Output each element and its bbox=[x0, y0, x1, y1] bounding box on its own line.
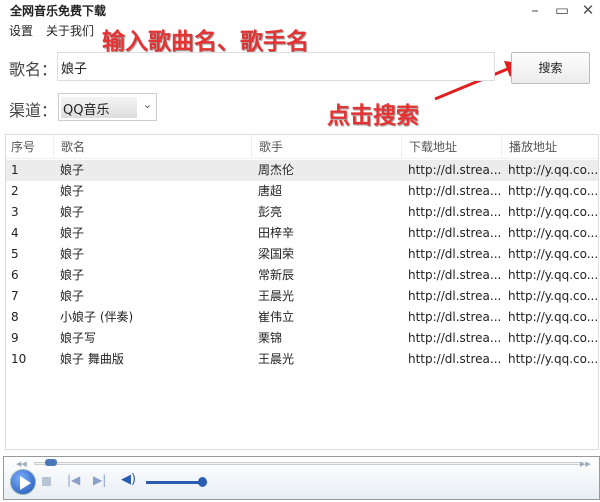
row-play-url: http://y.qq.co... bbox=[508, 310, 599, 324]
next-icon[interactable]: ▶| bbox=[93, 473, 106, 487]
table-row[interactable]: 2 娘子 唐超 http://dl.strea... http://y.qq.co... bbox=[6, 181, 598, 202]
row-download-url: http://dl.strea... bbox=[408, 247, 502, 261]
seek-bar[interactable] bbox=[34, 462, 582, 465]
row-download-url: http://dl.strea... bbox=[408, 331, 502, 345]
row-download-url: http://dl.strea... bbox=[408, 310, 502, 324]
table-row[interactable]: 8 小娘子 (伴奏) 崔伟立 http://dl.strea... http://y.q… bbox=[6, 307, 598, 328]
play-button[interactable] bbox=[10, 469, 36, 495]
row-play-url: http://y.qq.co... bbox=[508, 331, 599, 345]
row-download-url: http://dl.strea... bbox=[408, 205, 502, 219]
row-song: 娘子 bbox=[60, 226, 85, 240]
stop-icon[interactable] bbox=[42, 477, 51, 486]
row-play-url: http://y.qq.co... bbox=[508, 352, 599, 366]
previous-icon[interactable]: |◀ bbox=[67, 473, 80, 487]
row-song: 娘子 bbox=[60, 205, 85, 219]
song-input[interactable]: 娘子 bbox=[57, 52, 495, 81]
row-play-url: http://y.qq.co... bbox=[508, 247, 599, 261]
results-table: 序号 歌名 歌手 下载地址 播放地址 1 娘子 周杰伦 http://dl.strea… bbox=[5, 134, 599, 450]
fast-forward-icon[interactable]: ▶▶ bbox=[580, 460, 591, 468]
row-singer: 王晨光 bbox=[258, 289, 295, 303]
row-play-url: http://y.qq.co... bbox=[508, 184, 599, 198]
volume-icon[interactable]: ◀) bbox=[121, 472, 136, 487]
row-download-url: http://dl.strea... bbox=[408, 352, 502, 366]
row-song: 娘子 bbox=[60, 184, 85, 198]
row-index: 3 bbox=[11, 205, 19, 219]
header-download[interactable]: 下载地址 bbox=[401, 135, 457, 159]
menu-settings[interactable]: 设置 bbox=[9, 22, 33, 39]
row-index: 8 bbox=[11, 310, 19, 324]
annotation-click-hint: 点击搜索 bbox=[327, 103, 419, 129]
row-singer: 彭亮 bbox=[258, 205, 283, 219]
row-index: 9 bbox=[11, 331, 19, 345]
row-singer: 栗锦 bbox=[258, 331, 283, 345]
menu-about[interactable]: 关于我们 bbox=[46, 22, 94, 39]
chevron-down-icon: ⌄ bbox=[142, 98, 152, 111]
song-label: 歌名： bbox=[9, 60, 58, 79]
row-play-url: http://y.qq.co... bbox=[508, 226, 599, 240]
row-singer: 崔伟立 bbox=[258, 310, 295, 324]
row-download-url: http://dl.strea... bbox=[408, 226, 502, 240]
window-title: 全网音乐免费下载 bbox=[10, 4, 107, 18]
row-index: 1 bbox=[11, 163, 19, 177]
row-index: 5 bbox=[11, 247, 19, 261]
row-play-url: http://y.qq.co... bbox=[508, 163, 599, 177]
row-play-url: http://y.qq.co... bbox=[508, 205, 599, 219]
channel-label: 渠道： bbox=[9, 101, 58, 120]
row-singer: 唐超 bbox=[258, 184, 283, 198]
row-singer: 田梓辛 bbox=[258, 226, 295, 240]
search-button[interactable]: 搜索 bbox=[511, 52, 590, 84]
row-download-url: http://dl.strea... bbox=[408, 289, 502, 303]
row-singer: 周杰伦 bbox=[258, 163, 295, 177]
minimize-button[interactable]: – bbox=[525, 0, 545, 20]
row-download-url: http://dl.strea... bbox=[408, 268, 502, 282]
row-song: 娘子写 bbox=[60, 331, 97, 345]
row-index: 2 bbox=[11, 184, 19, 198]
rewind-icon[interactable]: ◀◀ bbox=[16, 460, 27, 468]
media-player: ◀◀ ▶▶ |◀ ▶| ◀) bbox=[3, 456, 600, 500]
table-header: 序号 歌名 歌手 下载地址 播放地址 bbox=[6, 135, 598, 159]
table-row[interactable]: 6 娘子 常新辰 http://dl.strea... http://y.qq.co..… bbox=[6, 265, 598, 286]
row-song: 小娘子 (伴奏) bbox=[60, 310, 134, 324]
row-index: 4 bbox=[11, 226, 19, 240]
channel-select[interactable]: QQ音乐 ⌄ bbox=[58, 93, 157, 121]
table-row[interactable]: 1 娘子 周杰伦 http://dl.strea... http://y.qq.co..… bbox=[6, 160, 598, 181]
volume-thumb[interactable] bbox=[197, 477, 207, 487]
row-singer: 王晨光 bbox=[258, 352, 295, 366]
row-song: 娘子 bbox=[60, 289, 85, 303]
row-play-url: http://y.qq.co... bbox=[508, 289, 599, 303]
annotation-input-hint: 输入歌曲名、歌手名 bbox=[102, 29, 309, 55]
row-index: 6 bbox=[11, 268, 19, 282]
table-row[interactable]: 7 娘子 王晨光 http://dl.strea... http://y.qq.co..… bbox=[6, 286, 598, 307]
row-download-url: http://dl.strea... bbox=[408, 163, 502, 177]
row-download-url: http://dl.strea... bbox=[408, 184, 502, 198]
row-song: 娘子 bbox=[60, 268, 85, 282]
close-button[interactable]: ✕ bbox=[578, 0, 598, 20]
play-icon bbox=[20, 476, 31, 490]
row-song: 娘子 bbox=[60, 247, 85, 261]
header-play[interactable]: 播放地址 bbox=[501, 135, 557, 159]
table-row[interactable]: 3 娘子 彭亮 http://dl.strea... http://y.qq.co... bbox=[6, 202, 598, 223]
row-singer: 梁国荣 bbox=[258, 247, 295, 261]
channel-value: QQ音乐 bbox=[61, 97, 137, 118]
table-row[interactable]: 5 娘子 梁国荣 http://dl.strea... http://y.qq.co..… bbox=[6, 244, 598, 265]
row-song: 娘子 bbox=[60, 163, 85, 177]
table-row[interactable]: 10 娘子 舞曲版 王晨光 http://dl.strea... http://y.qq… bbox=[6, 349, 598, 370]
table-row[interactable]: 9 娘子写 栗锦 http://dl.strea... http://y.qq.co..… bbox=[6, 328, 598, 349]
header-index[interactable]: 序号 bbox=[11, 135, 35, 159]
maximize-button[interactable]: ▭ bbox=[552, 0, 572, 20]
seek-thumb[interactable] bbox=[44, 459, 57, 466]
row-song: 娘子 舞曲版 bbox=[60, 352, 124, 366]
row-play-url: http://y.qq.co... bbox=[508, 268, 599, 282]
table-row[interactable]: 4 娘子 田梓辛 http://dl.strea... http://y.qq.co..… bbox=[6, 223, 598, 244]
row-singer: 常新辰 bbox=[258, 268, 295, 282]
row-index: 10 bbox=[11, 352, 27, 366]
row-index: 7 bbox=[11, 289, 19, 303]
header-song[interactable]: 歌名 bbox=[53, 135, 85, 159]
header-singer[interactable]: 歌手 bbox=[251, 135, 283, 159]
